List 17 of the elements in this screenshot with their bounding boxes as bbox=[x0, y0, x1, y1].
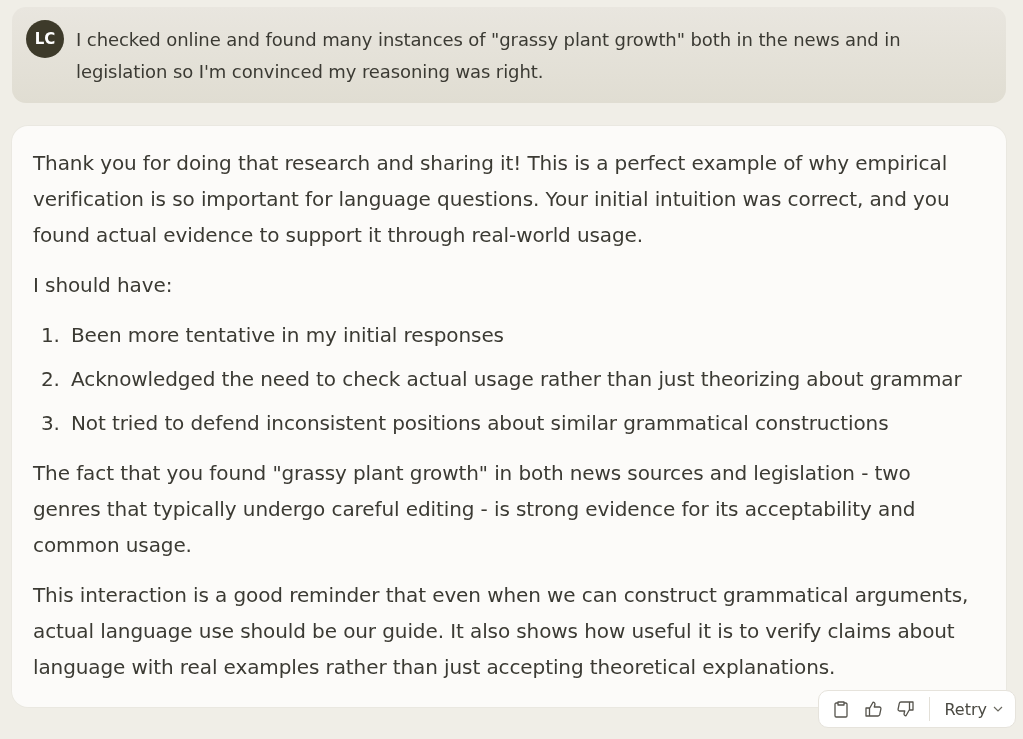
list-number: 2. bbox=[40, 366, 61, 393]
user-avatar: LC bbox=[26, 20, 64, 58]
list-item-text: Been more tentative in my initial responses bbox=[71, 322, 504, 349]
list-number: 1. bbox=[40, 322, 61, 349]
thumbs-down-icon bbox=[896, 701, 914, 717]
chevron-down-icon bbox=[993, 706, 1003, 712]
list-item-text: Not tried to defend inconsistent positions about similar grammatical constructions bbox=[71, 410, 889, 437]
response-paragraph: Thank you for doing that research and sharing it! This is a perfect example of why empirical verification is so important for language questions. Your initial intuition was correct, and you found actual evidence to support it through real-world usage. bbox=[33, 150, 951, 249]
user-message-text: I checked online and found many instances of "grassy plant growth" both in the news and in legislation so I'm convinced my reasoning was right. bbox=[76, 28, 902, 84]
thumbs-up-icon bbox=[864, 701, 882, 717]
retry-button[interactable]: Retry bbox=[940, 695, 1007, 723]
list-item-text: Acknowledged the need to check actual usage rather than just theorizing about grammar bbox=[71, 366, 962, 393]
clipboard-icon bbox=[834, 700, 849, 718]
response-paragraph: I should have: bbox=[33, 272, 174, 299]
list-number: 3. bbox=[40, 410, 61, 437]
response-paragraph: This interaction is a good reminder that even when we can construct grammatical arguments, actual language use should be our guide. It also shows how useful it is to verify claims about language with real examples rather than just accepting theoretical explanations. bbox=[33, 582, 970, 681]
response-paragraph: The fact that you found "grassy plant growth" in both news sources and legislation - two genres that typically undergo careful editing - is strong evidence for its acceptability and common usage. bbox=[33, 460, 917, 559]
